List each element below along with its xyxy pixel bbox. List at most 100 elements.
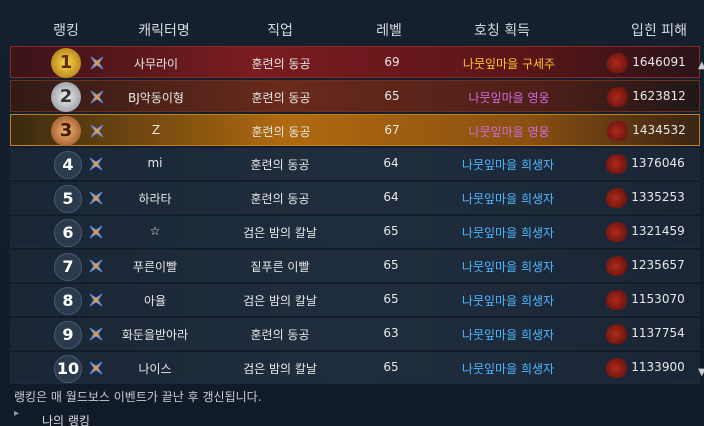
medal-bronze-icon: 3 [51, 116, 81, 146]
character-level: 67 [384, 123, 400, 137]
table-row[interactable]: 9 화둔을받아라 훈련의 동공 63 나뭇잎마을 희생자 1137754 [10, 318, 700, 350]
character-name: 아율 [143, 294, 167, 308]
blood-splatter-icon [606, 188, 630, 208]
rank-badge: 5 [54, 185, 82, 213]
blood-splatter-icon [606, 154, 630, 174]
blood-splatter-icon [607, 87, 631, 107]
class-shuriken-icon [89, 157, 103, 171]
class-shuriken-icon [90, 56, 104, 70]
table-row[interactable]: 6 ☆ 검은 밤의 칼날 65 나뭇잎마을 희생자 1321459 [10, 216, 700, 248]
table-row[interactable]: 8 아율 검은 밤의 칼날 65 나뭇잎마을 희생자 1153070 [10, 284, 700, 316]
character-name: BJ악동이형 [128, 91, 184, 105]
table-row[interactable]: 4 mi 훈련의 동공 64 나뭇잎마을 희생자 1376046 [10, 148, 700, 180]
character-level: 69 [384, 55, 400, 69]
damage-dealt: 1376046 [631, 156, 685, 170]
blood-splatter-icon [606, 324, 630, 344]
earned-title: 나뭇잎마을 영웅 [468, 125, 550, 139]
character-level: 64 [383, 190, 399, 204]
damage-dealt: 1321459 [631, 224, 685, 238]
blood-splatter-icon [606, 256, 630, 276]
character-job: 짙푸른 이빨 [250, 260, 310, 274]
class-shuriken-icon [89, 293, 103, 307]
table-row[interactable]: 2 BJ악동이형 훈련의 동공 65 나뭇잎마을 영웅 1623812 [10, 80, 700, 112]
earned-title: 나뭇잎마을 영웅 [468, 91, 550, 105]
earned-title: 나뭇잎마을 희생자 [461, 362, 555, 376]
table-row[interactable]: 5 하라타 훈련의 동공 64 나뭇잎마을 희생자 1335253 [10, 182, 700, 214]
medal-silver-icon: 2 [51, 82, 81, 112]
scroll-down-icon[interactable]: ▼ [698, 367, 704, 378]
blood-splatter-icon [607, 121, 631, 141]
character-job: 훈련의 동공 [251, 57, 311, 71]
character-job: 검은 밤의 칼날 [243, 294, 317, 308]
blood-splatter-icon [606, 222, 630, 242]
character-level: 65 [383, 258, 399, 272]
earned-title: 나뭇잎마을 희생자 [461, 260, 555, 274]
blood-splatter-icon [606, 358, 630, 378]
earned-title: 나뭇잎마을 희생자 [461, 158, 555, 172]
header-damage: 입힌 피해 [631, 23, 687, 39]
header-job: 직업 [267, 23, 293, 39]
rank-badge: 9 [54, 321, 82, 349]
class-shuriken-icon [89, 361, 103, 375]
damage-dealt: 1137754 [631, 326, 685, 340]
earned-title: 나뭇잎마을 희생자 [461, 328, 555, 342]
table-header: 랭킹 캐릭터명 직업 레벨 호칭 획득 입힌 피해 [0, 14, 704, 44]
damage-dealt: 1235657 [631, 258, 685, 272]
damage-dealt: 1623812 [632, 89, 686, 103]
footer-note: 랭킹은 매 월드보스 이벤트가 끝난 후 갱신됩니다. [14, 390, 262, 404]
damage-dealt: 1335253 [631, 190, 685, 204]
class-shuriken-icon [89, 327, 103, 341]
earned-title: 나뭇잎마을 희생자 [461, 226, 555, 240]
damage-dealt: 1434532 [632, 123, 686, 137]
character-level: 64 [383, 156, 399, 170]
character-job: 훈련의 동공 [250, 192, 310, 206]
character-name: 화둔을받아라 [121, 328, 189, 342]
earned-title: 나뭇잎마을 희생자 [461, 192, 555, 206]
class-shuriken-icon [89, 225, 103, 239]
blood-splatter-icon [606, 290, 630, 310]
character-job: 훈련의 동공 [251, 125, 311, 139]
blood-splatter-icon [607, 53, 631, 73]
character-job: 훈련의 동공 [250, 328, 310, 342]
ranking-panel: 랭킹 캐릭터명 직업 레벨 호칭 획득 입힌 피해 1 사무라이 훈련의 동공 69 나… [0, 0, 704, 426]
class-shuriken-icon [89, 191, 103, 205]
chevron-right-icon: ▸ [14, 410, 20, 419]
rank-badge: 10 [54, 355, 82, 383]
table-row[interactable]: 7 푸른이빨 짙푸른 이빨 65 나뭇잎마을 희생자 1235657 [10, 250, 700, 282]
header-title: 호칭 획득 [474, 23, 530, 39]
table-row[interactable]: 10 나이스 검은 밤의 칼날 65 나뭇잎마을 희생자 1133900 [10, 352, 700, 384]
character-job: 훈련의 동공 [251, 91, 311, 105]
character-level: 65 [383, 224, 399, 238]
character-level: 65 [384, 89, 400, 103]
earned-title: 나뭇잎마을 희생자 [461, 294, 555, 308]
rank-badge: 8 [54, 287, 82, 315]
character-name: 하라타 [138, 192, 172, 206]
scroll-up-icon[interactable]: ▲ [698, 60, 704, 71]
character-level: 65 [383, 292, 399, 306]
class-shuriken-icon [90, 124, 104, 138]
table-row[interactable]: 3 Z 훈련의 동공 67 나뭇잎마을 영웅 1434532 [10, 114, 700, 146]
character-name: 사무라이 [133, 57, 179, 71]
character-level: 63 [383, 326, 399, 340]
character-job: 검은 밤의 칼날 [243, 226, 317, 240]
table-row[interactable]: 1 사무라이 훈련의 동공 69 나뭇잎마을 구세주 1646091 [10, 46, 700, 78]
character-name: ☆ [149, 224, 161, 238]
character-level: 65 [383, 360, 399, 374]
earned-title: 나뭇잎마을 구세주 [462, 57, 556, 71]
class-shuriken-icon [90, 90, 104, 104]
character-name: mi [147, 156, 163, 170]
damage-dealt: 1646091 [632, 55, 686, 69]
header-name: 캐릭터명 [138, 23, 190, 39]
my-rank-label[interactable]: ▸ 나의 랭킹 [10, 410, 700, 426]
rank-badge: 4 [54, 151, 82, 179]
character-name: Z [151, 123, 161, 137]
damage-dealt: 1153070 [631, 292, 685, 306]
character-name: 나이스 [138, 362, 172, 376]
header-rank: 랭킹 [53, 23, 79, 39]
character-job: 훈련의 동공 [250, 158, 310, 172]
rank-badge: 7 [54, 253, 82, 281]
damage-dealt: 1133900 [631, 360, 685, 374]
character-name: 푸른이빨 [132, 260, 178, 274]
trophy-gold-icon: 1 [51, 48, 81, 78]
character-job: 검은 밤의 칼날 [243, 362, 317, 376]
